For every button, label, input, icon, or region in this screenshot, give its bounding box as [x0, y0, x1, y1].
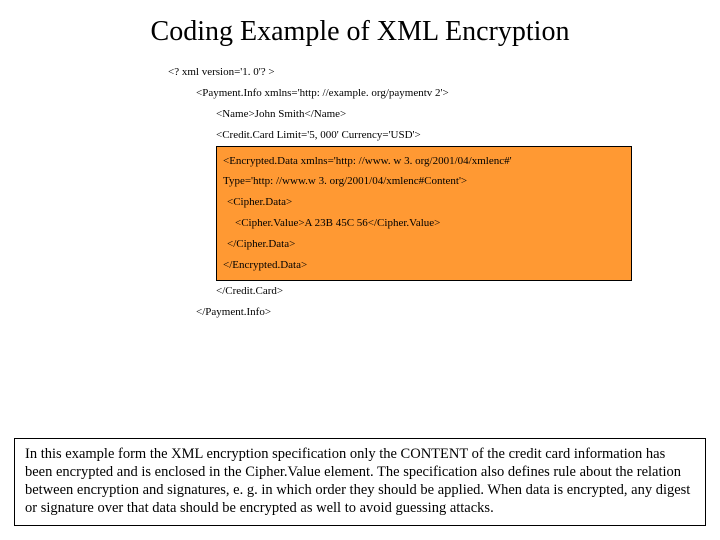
code-line: <Credit.Card Limit='5, 000' Currency='US… [168, 125, 642, 146]
code-line: <Cipher.Data> [223, 192, 625, 213]
code-line: <Payment.Info xmlns='http: //example. or… [168, 83, 642, 104]
explanation-note: In this example form the XML encryption … [14, 438, 706, 527]
code-line: </Payment.Info> [168, 302, 642, 323]
code-line: <? xml version='1. 0'? > [168, 62, 642, 83]
code-line: <Encrypted.Data xmlns='http: //www. w 3.… [223, 151, 625, 172]
xml-code-block: <? xml version='1. 0'? > <Payment.Info x… [168, 62, 642, 323]
code-line: </Cipher.Data> [223, 234, 625, 255]
code-line: <Name>John Smith</Name> [168, 104, 642, 125]
code-line: <Cipher.Value>A 23B 45C 56</Cipher.Value… [223, 213, 625, 234]
encrypted-data-box: <Encrypted.Data xmlns='http: //www. w 3.… [216, 146, 632, 281]
slide-title: Coding Example of XML Encryption [18, 16, 702, 48]
code-line: Type='http: //www.w 3. org/2001/04/xmlen… [223, 171, 625, 192]
code-line: </Credit.Card> [168, 281, 642, 302]
slide: Coding Example of XML Encryption <? xml … [0, 0, 720, 540]
code-line: </Encrypted.Data> [223, 255, 625, 276]
